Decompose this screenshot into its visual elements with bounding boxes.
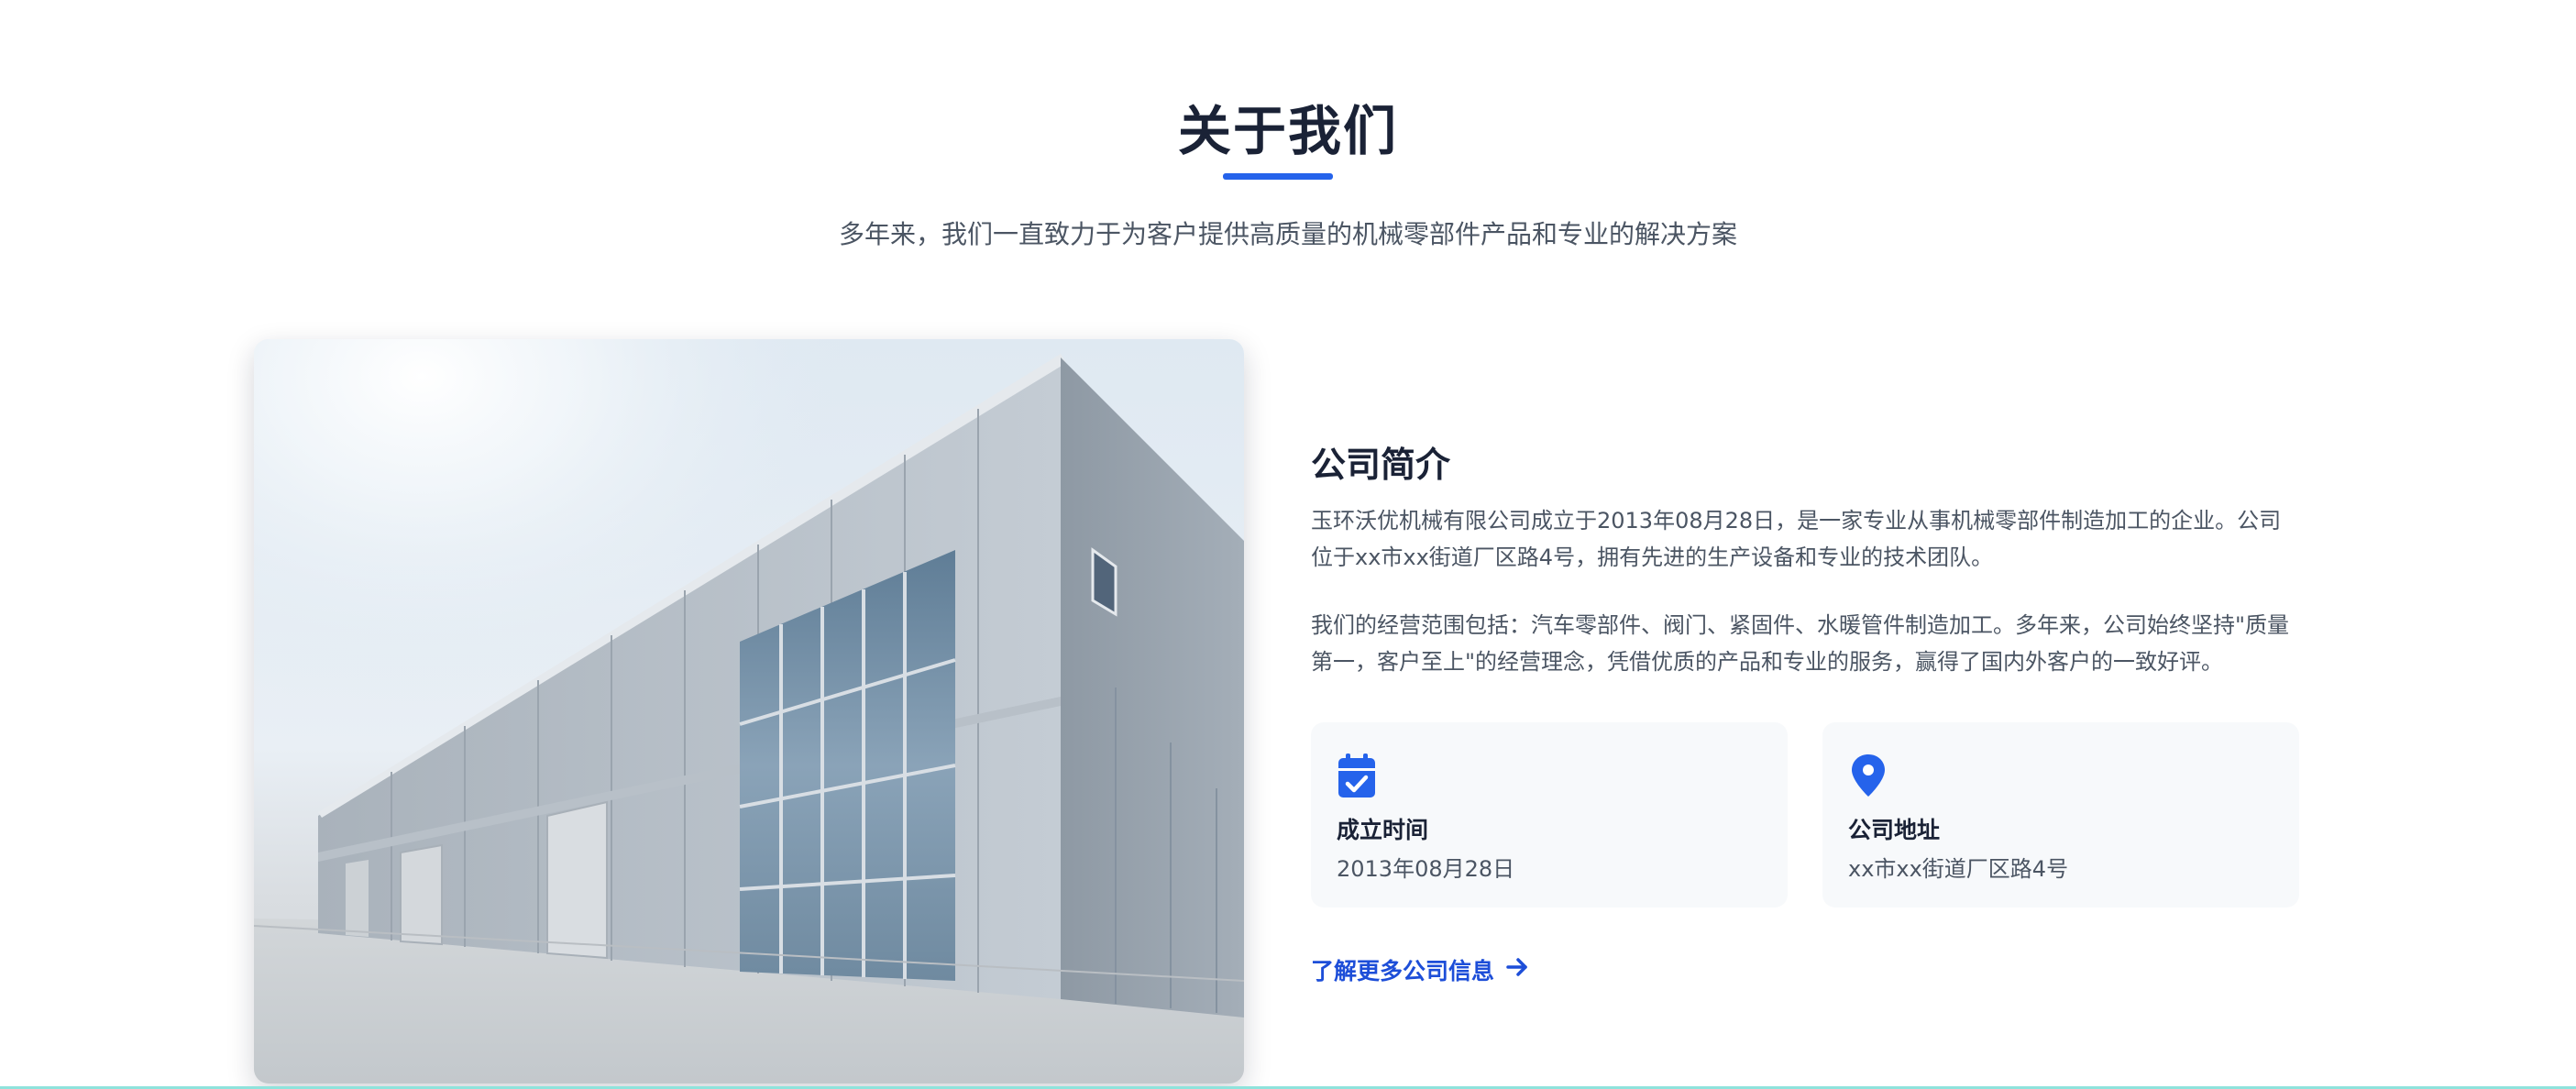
company-intro-heading: 公司简介 [1311, 445, 1451, 485]
learn-more-link[interactable]: 了解更多公司信息 [1311, 953, 1529, 986]
about-section: 关于我们 多年来，我们一直致力于为客户提供高质量的机械零部件产品和专业的解决方案 [0, 0, 2576, 1089]
section-title: 关于我们 [1177, 100, 1398, 162]
company-intro-paragraph: 玉环沃优机械有限公司成立于2013年08月28日，是一家专业从事机械零部件制造加… [1311, 508, 2282, 570]
founded-date-label: 成立时间 [1337, 817, 1429, 843]
factory-building-image [254, 339, 1244, 1084]
address-label: 公司地址 [1848, 817, 1941, 843]
arrow-right-icon [1505, 955, 1529, 984]
address-value: xx市xx街道厂区路4号 [1848, 856, 2069, 882]
learn-more-label: 了解更多公司信息 [1311, 958, 1495, 984]
map-pin-icon [1848, 754, 1888, 798]
address-card: 公司地址 xx市xx街道厂区路4号 [1822, 722, 2299, 908]
founded-date-card: 成立时间 2013年08月28日 [1311, 722, 1788, 908]
calendar-check-icon [1337, 754, 1377, 798]
section-subtitle: 多年来，我们一直致力于为客户提供高质量的机械零部件产品和专业的解决方案 [838, 219, 1737, 249]
business-scope-paragraph: 我们的经营范围包括：汽车零部件、阀门、紧固件、水暖管件制造加工。多年来，公司始终… [1311, 612, 2290, 675]
founded-date-value: 2013年08月28日 [1337, 856, 1515, 882]
title-underline [1223, 173, 1333, 180]
